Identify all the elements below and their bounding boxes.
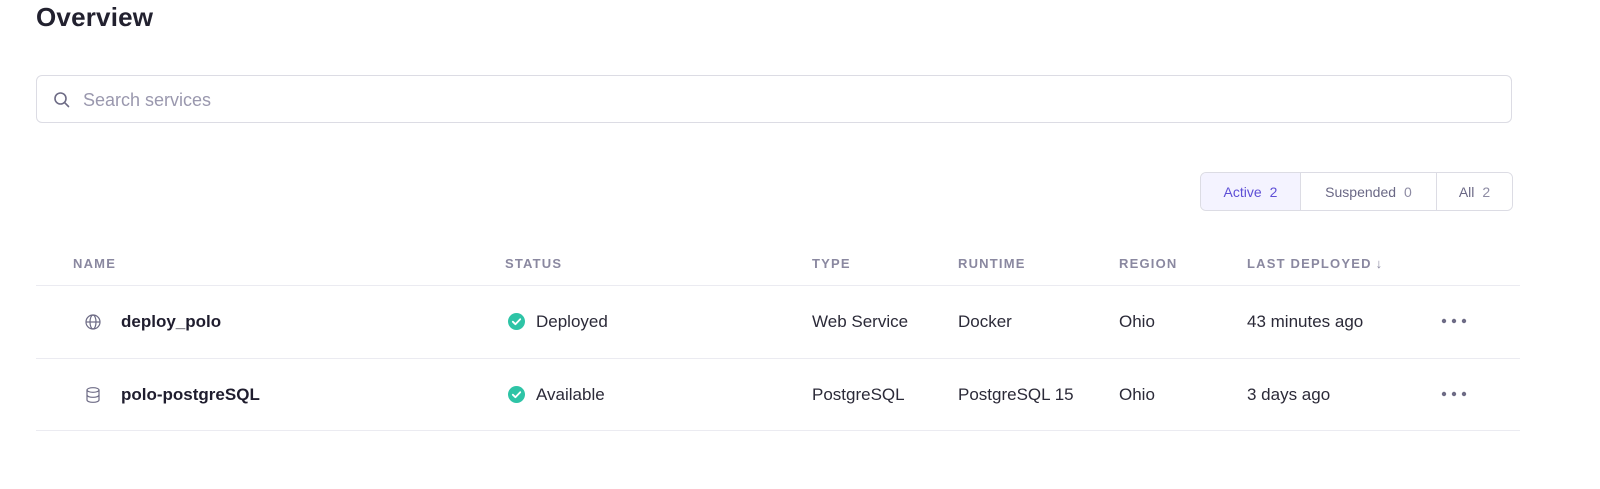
sort-descending-icon: ↓ (1375, 256, 1384, 271)
column-header-runtime[interactable]: RUNTIME (958, 256, 1026, 271)
column-header-type[interactable]: TYPE (812, 256, 851, 271)
service-region: Ohio (1119, 385, 1155, 404)
column-header-name[interactable]: NAME (73, 256, 116, 271)
filter-count: 2 (1269, 183, 1278, 200)
filter-all-button[interactable]: All 2 (1437, 173, 1512, 210)
filter-suspended-button[interactable]: Suspended 0 (1301, 173, 1437, 210)
status-filter-group: Active 2 Suspended 0 All 2 (1200, 172, 1513, 211)
divider (36, 430, 1520, 431)
column-header-status[interactable]: STATUS (505, 256, 562, 271)
check-circle-icon (508, 386, 525, 403)
check-circle-icon (508, 313, 525, 330)
search-input[interactable] (83, 88, 1483, 112)
database-icon (86, 387, 100, 403)
more-options-icon[interactable] (1440, 387, 1470, 401)
service-name-link[interactable]: deploy_polo (121, 312, 221, 332)
filter-label: Active (1223, 183, 1262, 200)
service-region: Ohio (1119, 312, 1155, 331)
filter-count: 2 (1482, 183, 1491, 200)
service-name-link[interactable]: polo-postgreSQL (121, 385, 260, 405)
last-deployed-time: 3 days ago (1247, 385, 1331, 404)
last-deployed-time: 43 minutes ago (1247, 312, 1364, 331)
service-runtime: Docker (958, 312, 1012, 331)
more-options-icon[interactable] (1440, 314, 1470, 328)
status-text: Deployed (536, 312, 608, 331)
service-runtime: PostgreSQL 15 (958, 385, 1074, 404)
service-type: PostgreSQL (812, 385, 905, 404)
page-title: Overview (36, 2, 154, 32)
filter-label: All (1458, 183, 1475, 200)
table-row[interactable]: polo-postgreSQL Available PostgreSQL Pos… (36, 359, 1520, 431)
search-icon (54, 92, 70, 108)
table-row[interactable]: deploy_polo Deployed Web Service Docker … (36, 286, 1520, 358)
filter-active-button[interactable]: Active 2 (1201, 173, 1301, 210)
globe-icon (85, 314, 101, 330)
column-header-label: LAST DEPLOYED (1247, 256, 1372, 271)
filter-label: Suspended (1325, 183, 1397, 200)
column-header-region[interactable]: REGION (1119, 256, 1177, 271)
column-header-last-deployed[interactable]: LAST DEPLOYED ↓ (1247, 256, 1383, 271)
search-box[interactable] (36, 75, 1512, 123)
status-text: Available (536, 385, 605, 404)
service-type: Web Service (812, 312, 909, 331)
filter-count: 0 (1404, 183, 1412, 200)
